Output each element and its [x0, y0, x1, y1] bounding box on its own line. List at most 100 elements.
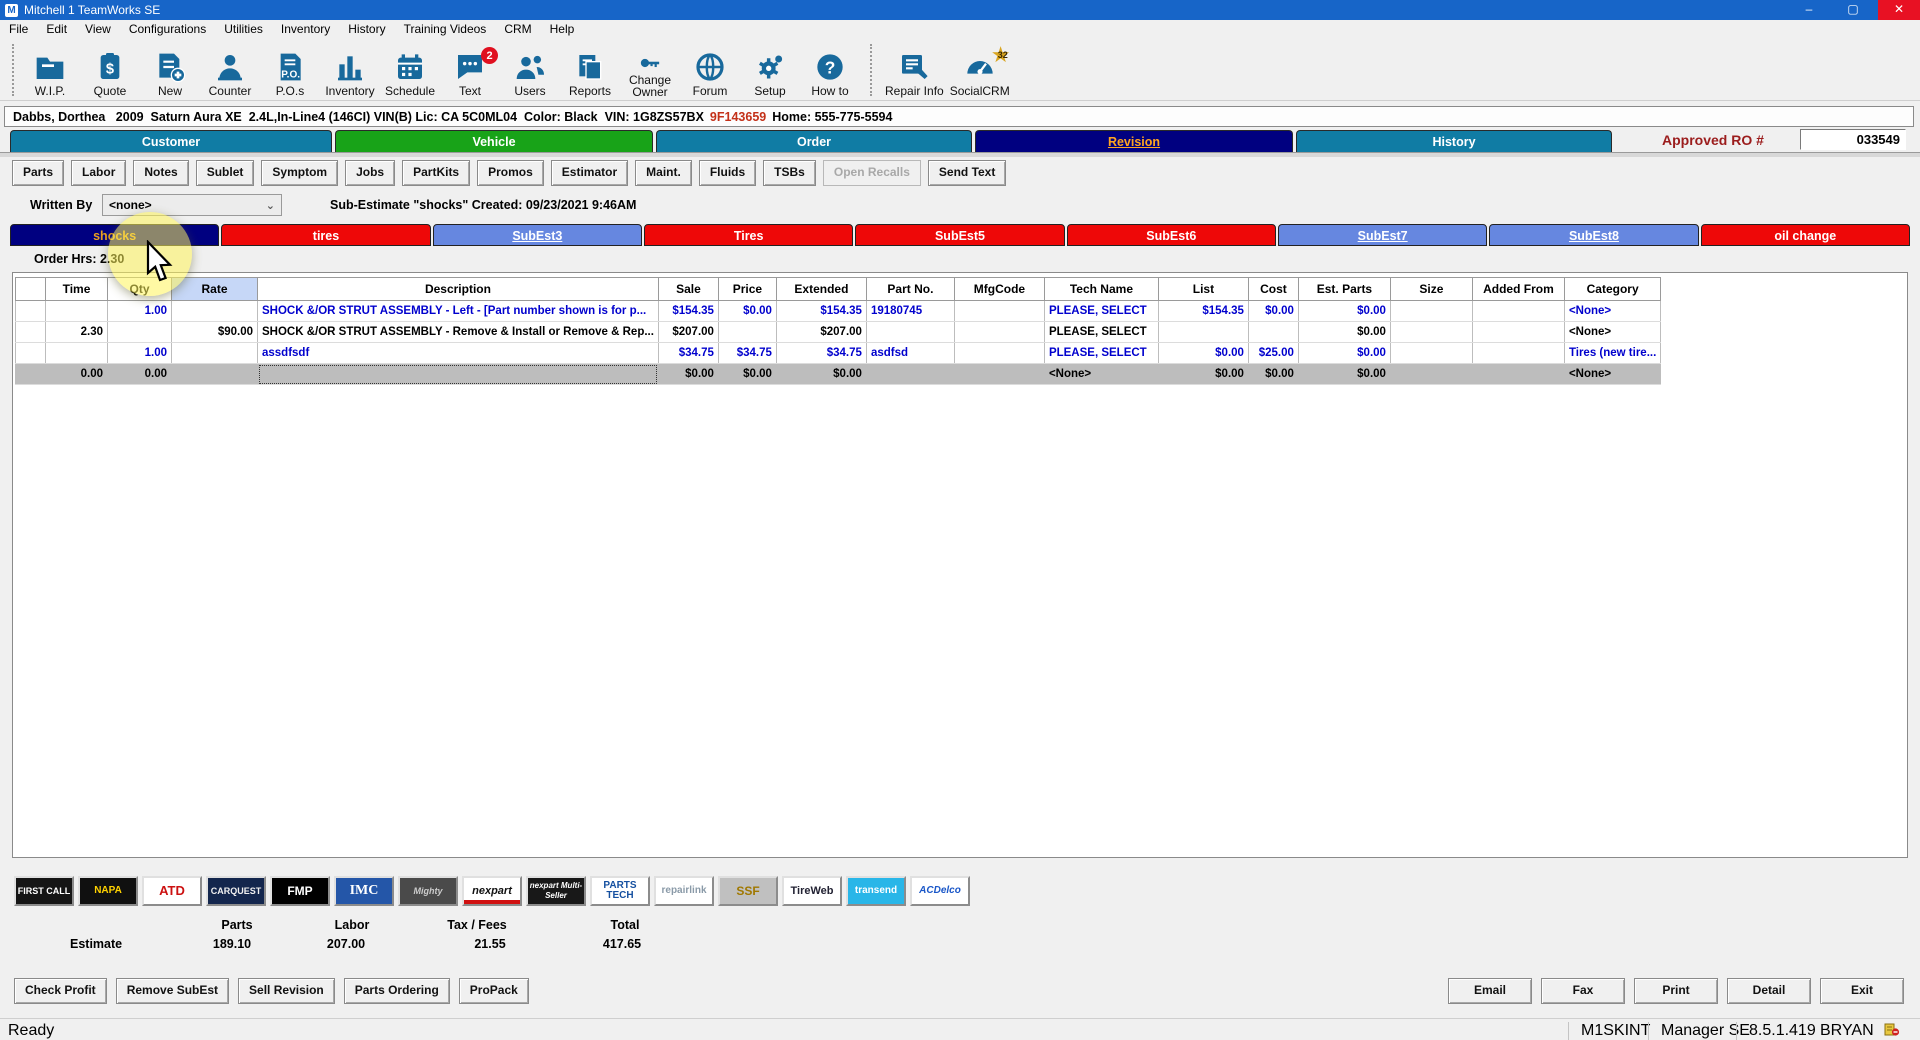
subest-tab-tires2[interactable]: Tires — [644, 224, 853, 246]
cell-sale[interactable]: $0.00 — [658, 364, 718, 385]
cell-category[interactable]: <None> — [1564, 364, 1660, 385]
cell-added-from[interactable] — [1472, 301, 1564, 322]
tab-order[interactable]: Order — [656, 130, 972, 152]
subest-tab-shocks[interactable]: shocks — [10, 224, 219, 246]
propack-button[interactable]: ProPack — [459, 978, 529, 1004]
vendor-logo-acdelco[interactable]: ACDelco — [910, 876, 970, 906]
subest-tab-subest5[interactable]: SubEst5 — [855, 224, 1064, 246]
menu-configurations[interactable]: Configurations — [120, 22, 215, 36]
cell-cost[interactable]: $25.00 — [1248, 343, 1298, 364]
toolbar-setup-button[interactable]: Setup — [740, 49, 800, 100]
cell-time[interactable]: 0.00 — [46, 364, 108, 385]
minimize-button[interactable]: – — [1788, 0, 1830, 20]
vendor-logo-fmp[interactable]: FMP — [270, 876, 330, 906]
vendor-logo-nexpart-multi-seller[interactable]: nexpart Multi-Seller — [526, 876, 586, 906]
vendor-logo-mighty[interactable]: Mighty — [398, 876, 458, 906]
cell-price[interactable] — [718, 322, 776, 343]
menu-inventory[interactable]: Inventory — [272, 22, 339, 36]
fax-button[interactable]: Fax — [1541, 978, 1625, 1004]
vendor-logo-first-call[interactable]: FIRST CALL — [14, 876, 74, 906]
cell-extended[interactable]: $0.00 — [776, 364, 866, 385]
vendor-logo-imc[interactable]: IMC — [334, 876, 394, 906]
promos-button[interactable]: Promos — [477, 160, 544, 186]
toolbar-inventory-button[interactable]: Inventory — [320, 49, 380, 100]
cell-size[interactable] — [1390, 364, 1472, 385]
toolbar-schedule-button[interactable]: Schedule — [380, 49, 440, 100]
cell-sale[interactable]: $207.00 — [658, 322, 718, 343]
subest-tab-subest6[interactable]: SubEst6 — [1067, 224, 1276, 246]
column-header[interactable]: Description — [258, 278, 659, 301]
cell-price[interactable]: $0.00 — [718, 301, 776, 322]
cell-part-no[interactable]: 19180745 — [866, 301, 954, 322]
column-header[interactable]: Category — [1564, 278, 1660, 301]
vendor-logo-tireweb[interactable]: TireWeb — [782, 876, 842, 906]
cell-selector[interactable] — [16, 322, 46, 343]
toolbar-wip-button[interactable]: W.I.P. — [20, 49, 80, 100]
column-header[interactable]: MfgCode — [954, 278, 1044, 301]
column-header[interactable]: Rate — [172, 278, 258, 301]
fluids-button[interactable]: Fluids — [699, 160, 756, 186]
tab-revision[interactable]: Revision — [975, 130, 1293, 152]
email-button[interactable]: Email — [1448, 978, 1532, 1004]
cell-price[interactable]: $0.00 — [718, 364, 776, 385]
cell-selector[interactable] — [16, 301, 46, 322]
vendor-logo-atd[interactable]: ATD — [142, 876, 202, 906]
menu-view[interactable]: View — [76, 22, 120, 36]
cell-category[interactable]: Tires (new tire... — [1564, 343, 1660, 364]
cell-rate[interactable] — [172, 364, 258, 385]
toolbar-counter-button[interactable]: Counter — [200, 49, 260, 100]
vendor-logo-transend[interactable]: transend — [846, 876, 906, 906]
toolbar-text-button[interactable]: 2 Text — [440, 49, 500, 100]
cell-part-no[interactable] — [866, 322, 954, 343]
cell-list[interactable] — [1158, 322, 1248, 343]
cell-tech-name[interactable]: PLEASE, SELECT — [1044, 301, 1158, 322]
sublet-button[interactable]: Sublet — [196, 160, 255, 186]
toolbar-new-button[interactable]: New — [140, 49, 200, 100]
column-header[interactable] — [16, 278, 46, 301]
close-button[interactable]: ✕ — [1878, 0, 1920, 20]
menu-crm[interactable]: CRM — [495, 22, 540, 36]
toolbar-howto-button[interactable]: ? How to — [800, 49, 860, 100]
column-header[interactable]: List — [1158, 278, 1248, 301]
cell-part-no[interactable]: asdfsd — [866, 343, 954, 364]
cell-sale[interactable]: $34.75 — [658, 343, 718, 364]
cell-rate[interactable] — [172, 301, 258, 322]
jobs-button[interactable]: Jobs — [345, 160, 395, 186]
vendor-logo-repairlink[interactable]: repairlink — [654, 876, 714, 906]
cell-qty[interactable] — [108, 322, 172, 343]
cell-time[interactable] — [46, 343, 108, 364]
cell-qty[interactable]: 0.00 — [108, 364, 172, 385]
toolbar-socialcrm-button[interactable]: ★32 SocialCRM — [947, 49, 1013, 100]
column-header[interactable]: Tech Name — [1044, 278, 1158, 301]
cell-mfgcode[interactable] — [954, 301, 1044, 322]
print-button[interactable]: Print — [1634, 978, 1718, 1004]
menu-utilities[interactable]: Utilities — [215, 22, 272, 36]
subest-tab-subest7[interactable]: SubEst7 — [1278, 224, 1487, 246]
cell-size[interactable] — [1390, 322, 1472, 343]
cell-size[interactable] — [1390, 301, 1472, 322]
cell-est-parts[interactable]: $0.00 — [1298, 343, 1390, 364]
cell-rate[interactable]: $90.00 — [172, 322, 258, 343]
vendor-logo-carquest[interactable]: CARQUEST — [206, 876, 266, 906]
cell-list[interactable]: $0.00 — [1158, 343, 1248, 364]
cell-sale[interactable]: $154.35 — [658, 301, 718, 322]
menu-help[interactable]: Help — [541, 22, 584, 36]
tab-vehicle[interactable]: Vehicle — [335, 130, 653, 152]
cell-price[interactable]: $34.75 — [718, 343, 776, 364]
cell-est-parts[interactable]: $0.00 — [1298, 322, 1390, 343]
menu-file[interactable]: File — [0, 22, 37, 36]
tab-customer[interactable]: Customer — [10, 130, 332, 152]
cell-qty[interactable]: 1.00 — [108, 301, 172, 322]
written-by-dropdown[interactable]: <none> ⌄ — [102, 194, 282, 216]
tab-history[interactable]: History — [1296, 130, 1612, 152]
symptom-button[interactable]: Symptom — [261, 160, 338, 186]
subest-tab-tires[interactable]: tires — [221, 224, 430, 246]
cell-mfgcode[interactable] — [954, 343, 1044, 364]
maximize-button[interactable]: ▢ — [1832, 0, 1874, 20]
menu-edit[interactable]: Edit — [37, 22, 76, 36]
tsbs-button[interactable]: TSBs — [763, 160, 816, 186]
cell-category[interactable]: <None> — [1564, 301, 1660, 322]
cell-qty[interactable]: 1.00 — [108, 343, 172, 364]
cell-extended[interactable]: $154.35 — [776, 301, 866, 322]
remove-subest-button[interactable]: Remove SubEst — [116, 978, 229, 1004]
